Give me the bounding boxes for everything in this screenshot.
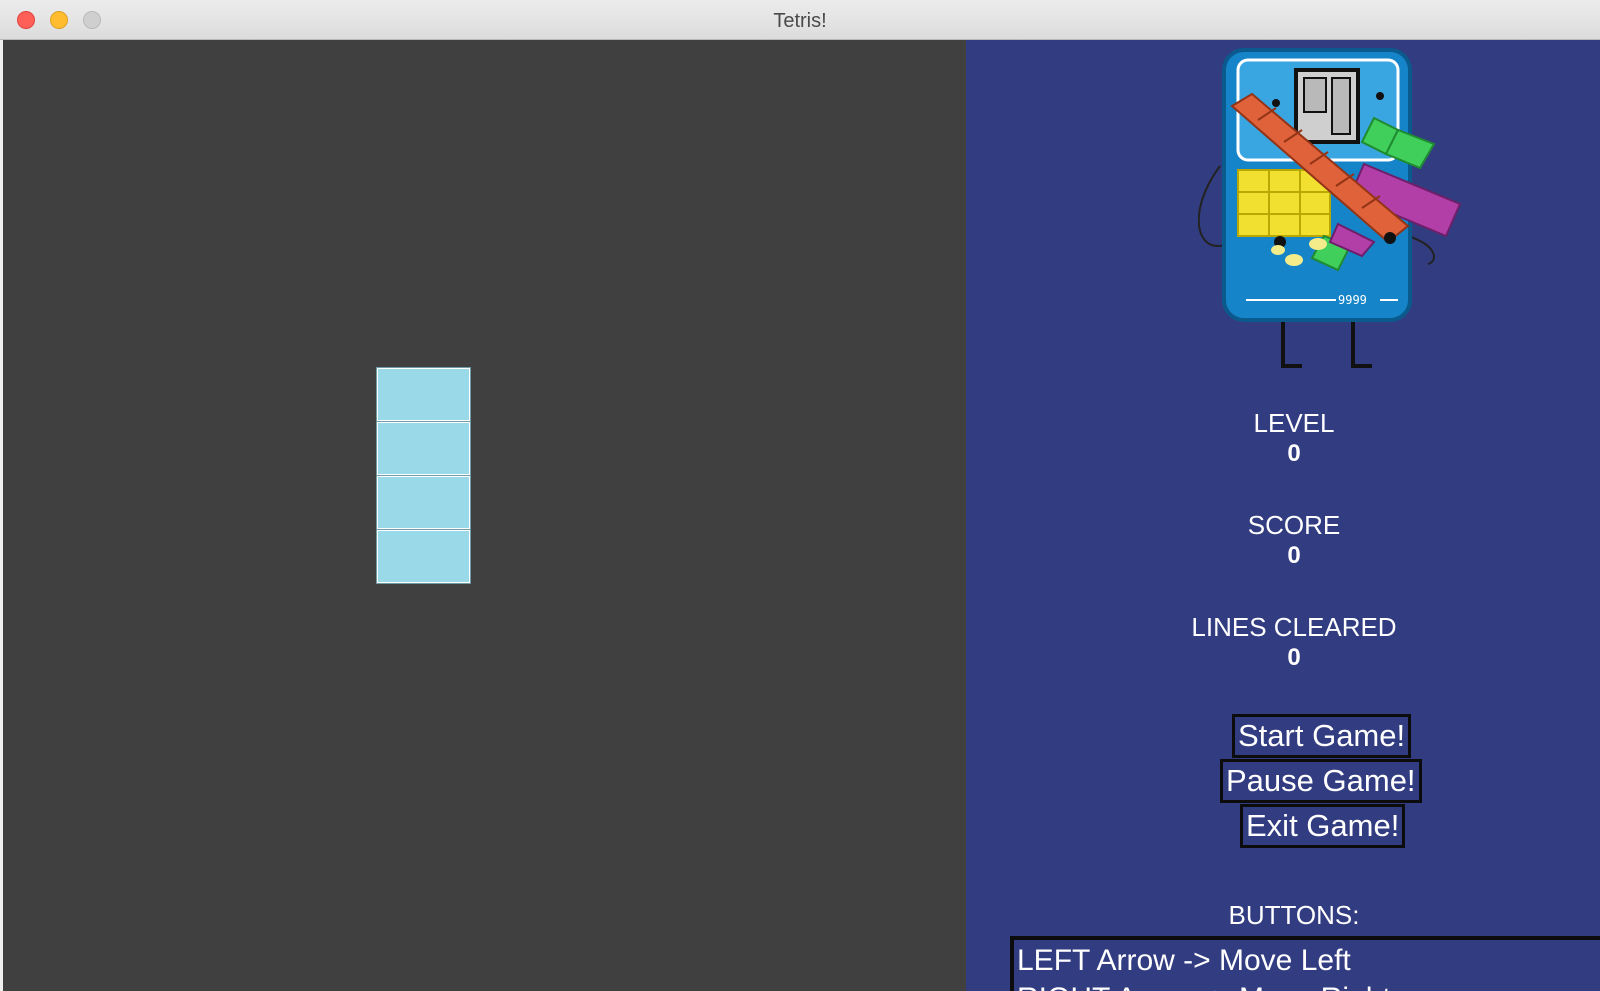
piece-block	[376, 421, 471, 476]
app-window: Tetris! 9999 LEVEL 0 SCORE 0 LINES CLEAR…	[0, 0, 1600, 991]
control-instruction: LEFT Arrow -> Move Left	[1017, 944, 1351, 977]
control-instruction: RIGHT Arrow -> Move Right	[1017, 982, 1391, 991]
lines-cleared-value: 0	[1287, 644, 1301, 671]
level-label: LEVEL	[1253, 408, 1335, 438]
level-value: 0	[1287, 440, 1301, 467]
controls-title: BUTTONS:	[1228, 900, 1360, 930]
game-board[interactable]	[3, 40, 966, 991]
piece-block	[376, 475, 471, 530]
lines-cleared-label: LINES CLEARED	[1191, 612, 1397, 642]
piece-block	[376, 367, 471, 422]
pause-game-button[interactable]: Pause Game!	[1220, 759, 1422, 803]
tetris-console-mascot-icon: 9999	[1198, 48, 1462, 368]
start-game-button[interactable]: Start Game!	[1232, 714, 1412, 758]
title-bar: Tetris!	[0, 0, 1600, 40]
window-title: Tetris!	[773, 10, 827, 32]
mascot-screen-score: 9999	[1338, 293, 1367, 307]
controls-list: LEFT Arrow -> Move Left RIGHT Arrow -> M…	[1010, 936, 1600, 991]
side-panel: 9999 LEVEL 0 SCORE 0 LINES CLEARED 0 Sta…	[966, 40, 1600, 991]
score-value: 0	[1287, 542, 1301, 569]
exit-game-button[interactable]: Exit Game!	[1240, 804, 1406, 848]
score-label: SCORE	[1247, 510, 1341, 540]
piece-block	[376, 529, 471, 584]
